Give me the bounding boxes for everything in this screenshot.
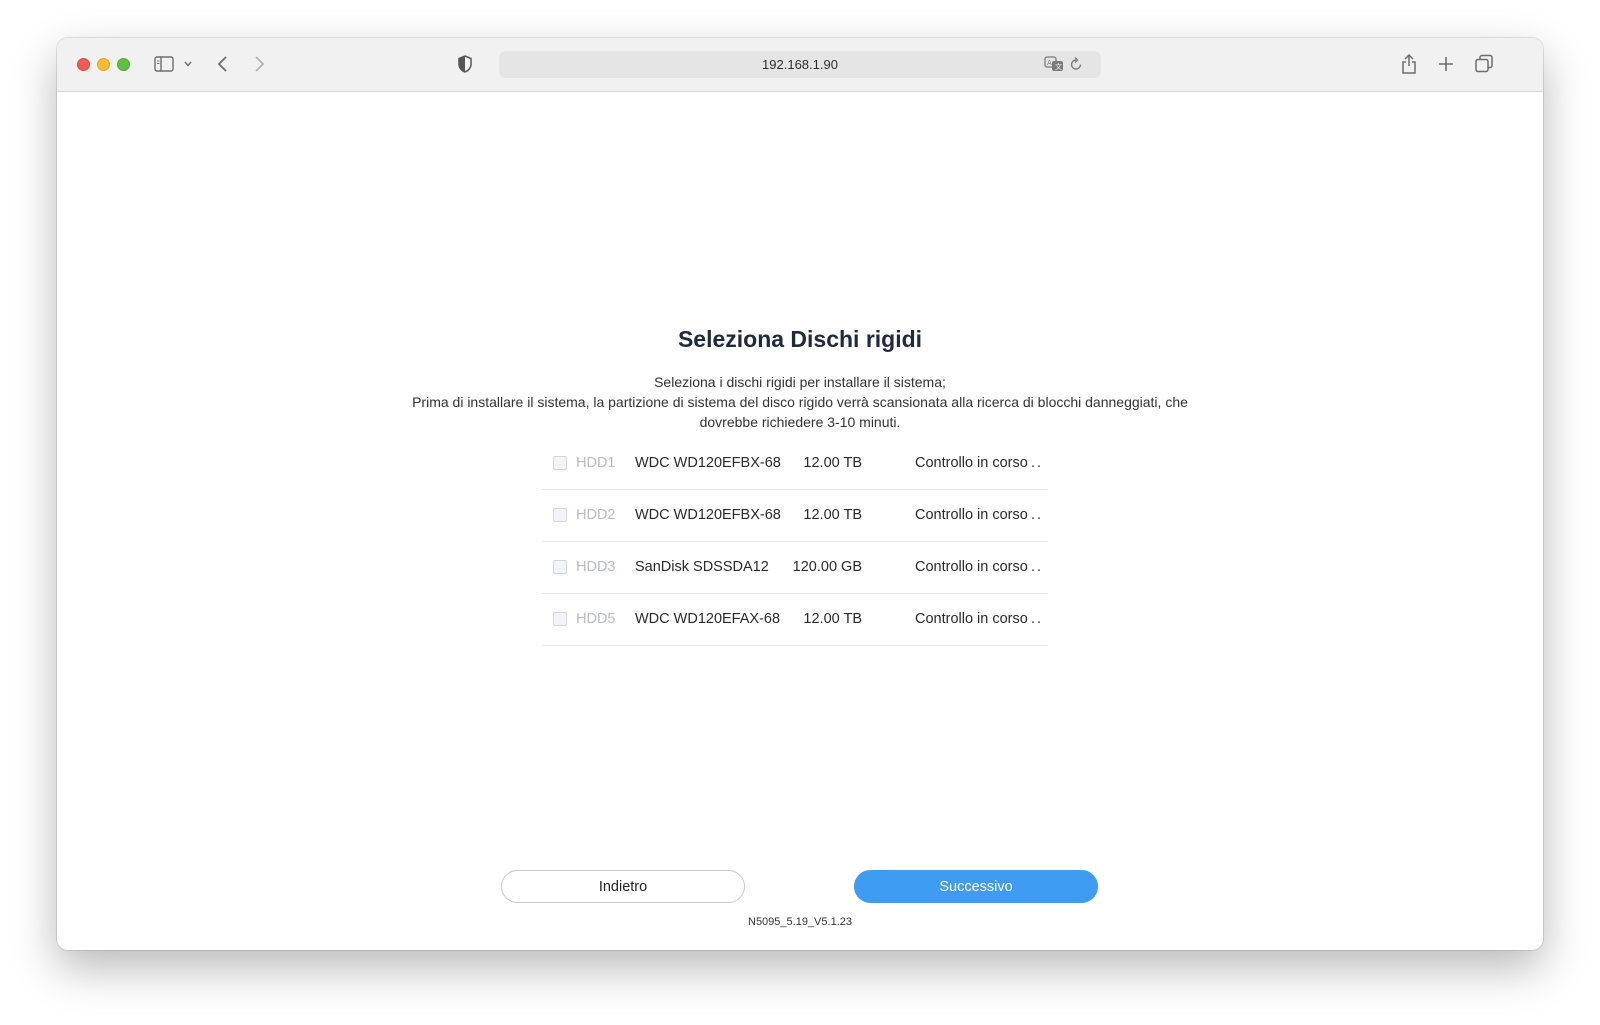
disk-size: 120.00 GB xyxy=(792,559,862,575)
disk-list: HDD1 WDC WD120EFBX-68 12.00 TB Controllo… xyxy=(542,438,1048,646)
forward-arrow-icon[interactable] xyxy=(250,54,268,74)
back-button[interactable]: Indietro xyxy=(501,870,745,903)
disk-checkbox[interactable] xyxy=(553,456,567,470)
disk-size: 12.00 TB xyxy=(803,611,862,627)
disk-checkbox[interactable] xyxy=(553,560,567,574)
disk-status: Controllo in corso xyxy=(915,507,1028,523)
disk-status: Controllo in corso xyxy=(915,455,1028,471)
disk-row[interactable]: HDD5 WDC WD120EFAX-68 12.00 TB Controllo… xyxy=(542,594,1048,646)
minimize-window-button[interactable] xyxy=(97,58,110,71)
browser-window: 192.168.1.90 A文 Seleziona Dischi rigidi … xyxy=(57,38,1543,950)
disk-size: 12.00 TB xyxy=(803,507,862,523)
disk-row[interactable]: HDD3 SanDisk SDSSDA12 120.00 GB Controll… xyxy=(542,542,1048,594)
disk-row[interactable]: HDD2 WDC WD120EFBX-68 12.00 TB Controllo… xyxy=(542,490,1048,542)
chevron-down-icon[interactable] xyxy=(182,58,194,70)
translate-icon[interactable]: A文 xyxy=(1044,56,1064,75)
svg-text:文: 文 xyxy=(1055,62,1062,71)
zoom-window-button[interactable] xyxy=(117,58,130,71)
description-line-1: Seleziona i dischi rigidi per installare… xyxy=(654,374,946,390)
new-tab-icon[interactable] xyxy=(1436,54,1456,74)
tab-overview-icon[interactable] xyxy=(1473,53,1495,75)
disk-checkbox[interactable] xyxy=(553,612,567,626)
disk-model: WDC WD120EFBX-68 xyxy=(635,507,781,523)
disk-slot: HDD2 xyxy=(576,507,616,523)
next-button[interactable]: Successivo xyxy=(854,870,1098,903)
page-description: Seleziona i dischi rigidi per installare… xyxy=(397,372,1203,432)
loading-dots: .. xyxy=(1031,507,1044,523)
disk-checkbox[interactable] xyxy=(553,508,567,522)
disk-model: SanDisk SDSSDA12 xyxy=(635,559,769,575)
disk-slot: HDD5 xyxy=(576,611,616,627)
share-icon[interactable] xyxy=(1399,52,1419,76)
disk-size: 12.00 TB xyxy=(803,455,862,471)
disk-status: Controllo in corso xyxy=(915,611,1028,627)
page-title: Seleziona Dischi rigidi xyxy=(677,326,923,352)
disk-slot: HDD3 xyxy=(576,559,616,575)
version-label: N5095_5.19_V5.1.23 xyxy=(748,916,852,928)
reload-icon[interactable] xyxy=(1069,56,1083,75)
close-window-button[interactable] xyxy=(77,58,90,71)
url-text: 192.168.1.90 xyxy=(762,57,838,72)
description-line-2: Prima di installare il sistema, la parti… xyxy=(412,394,1188,430)
disk-row[interactable]: HDD1 WDC WD120EFBX-68 12.00 TB Controllo… xyxy=(542,438,1048,490)
disk-model: WDC WD120EFBX-68 xyxy=(635,455,781,471)
disk-model: WDC WD120EFAX-68 xyxy=(635,611,781,627)
loading-dots: .. xyxy=(1031,455,1044,471)
loading-dots: .. xyxy=(1031,611,1044,627)
sidebar-icon[interactable] xyxy=(153,55,175,73)
disk-status: Controllo in corso xyxy=(915,559,1028,575)
browser-toolbar: 192.168.1.90 A文 xyxy=(57,38,1543,92)
address-bar[interactable]: 192.168.1.90 A文 xyxy=(499,51,1101,78)
svg-text:A: A xyxy=(1047,59,1052,67)
loading-dots: .. xyxy=(1031,559,1044,575)
page-content: Seleziona Dischi rigidi Seleziona i disc… xyxy=(57,93,1543,950)
privacy-shield-icon[interactable] xyxy=(455,54,475,74)
disk-slot: HDD1 xyxy=(576,455,616,471)
back-arrow-icon[interactable] xyxy=(214,54,232,74)
